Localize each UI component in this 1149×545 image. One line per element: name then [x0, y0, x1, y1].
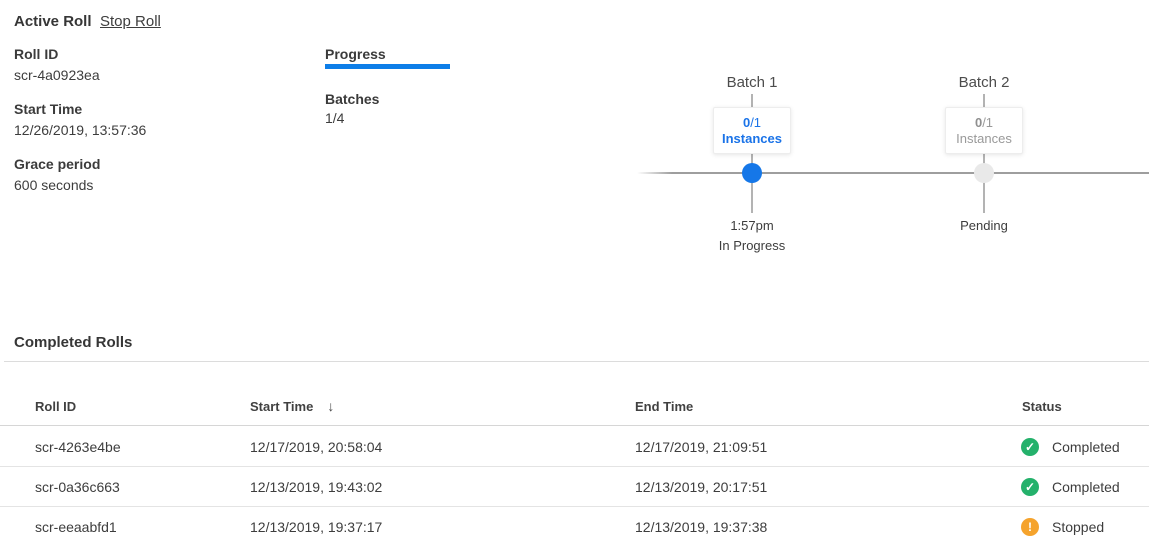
cell-end-time: 12/13/2019, 20:17:51	[635, 467, 767, 507]
cell-start-time: 12/13/2019, 19:43:02	[250, 467, 382, 507]
status-label: Completed	[1052, 467, 1120, 507]
batch-2-marker-dot	[974, 163, 994, 183]
column-header-start-time[interactable]: Start Time↓	[250, 398, 334, 414]
batch-1-status-label: In Progress	[682, 238, 822, 253]
sort-descending-icon[interactable]: ↓	[327, 398, 334, 414]
rolls-page: Active Roll Stop Roll Roll ID scr-4a0923…	[0, 0, 1149, 545]
batch-2-instances-label: Instances	[956, 131, 1012, 147]
progress-bar	[325, 64, 450, 69]
start-time-field: Start Time 12/26/2019, 13:57:36	[14, 101, 146, 138]
column-header-status: Status	[1022, 399, 1062, 414]
column-header-roll-id: Roll ID	[35, 399, 76, 414]
batch-1-instances-card[interactable]: 0/1 Instances	[713, 107, 791, 154]
grace-period-field: Grace period 600 seconds	[14, 156, 100, 193]
batches-value: 1/4	[325, 110, 344, 126]
status-label: Completed	[1052, 427, 1120, 467]
check-circle-icon: ✓	[1021, 438, 1039, 456]
cell-roll-id: scr-0a36c663	[35, 467, 120, 507]
roll-id-value: scr-4a0923ea	[14, 67, 100, 83]
cell-status: ✓ Completed	[1021, 467, 1120, 507]
batch-1-marker-dot	[742, 163, 762, 183]
progress-label: Progress	[325, 46, 386, 62]
active-roll-title: Active Roll	[14, 13, 92, 30]
batch-1-instances-label: Instances	[722, 131, 782, 147]
grace-period-value: 600 seconds	[14, 177, 100, 193]
cell-end-time: 12/17/2019, 21:09:51	[635, 427, 767, 467]
cell-start-time: 12/13/2019, 19:37:17	[250, 507, 382, 545]
batch-2-tick	[983, 94, 985, 107]
batch-2-title: Batch 2	[914, 74, 1054, 91]
batch-1-instance-count: 0/1	[743, 115, 761, 131]
start-time-value: 12/26/2019, 13:57:36	[14, 122, 146, 138]
batch-1-title: Batch 1	[682, 74, 822, 91]
grace-period-label: Grace period	[14, 156, 100, 172]
status-label: Stopped	[1052, 507, 1104, 545]
roll-id-field: Roll ID scr-4a0923ea	[14, 46, 100, 83]
cell-roll-id: scr-eeaabfd1	[35, 507, 117, 545]
cell-roll-id: scr-4263e4be	[35, 427, 121, 467]
cell-start-time: 12/17/2019, 20:58:04	[250, 427, 382, 467]
section-divider	[4, 361, 1149, 362]
table-header-row: Roll ID Start Time↓ End Time Status	[0, 386, 1149, 426]
table-row[interactable]: scr-4263e4be 12/17/2019, 20:58:04 12/17/…	[0, 427, 1149, 467]
batch-2-time-label: Pending	[914, 218, 1054, 233]
table-row[interactable]: scr-eeaabfd1 12/13/2019, 19:37:17 12/13/…	[0, 507, 1149, 545]
column-header-end-time: End Time	[635, 399, 693, 414]
batch-2-instance-count: 0/1	[975, 115, 993, 131]
batches-label: Batches	[325, 91, 379, 107]
roll-id-label: Roll ID	[14, 46, 100, 62]
alert-circle-icon: !	[1021, 518, 1039, 536]
cell-status: ! Stopped	[1021, 507, 1104, 545]
cell-status: ✓ Completed	[1021, 427, 1120, 467]
stop-roll-link[interactable]: Stop Roll	[100, 13, 161, 30]
batch-1-tick	[751, 94, 753, 107]
batch-2-instances-card[interactable]: 0/1 Instances	[945, 107, 1023, 154]
timeline-track	[637, 172, 1149, 174]
completed-rolls-title: Completed Rolls	[14, 334, 132, 351]
start-time-label: Start Time	[14, 101, 146, 117]
batch-1-time-label: 1:57pm	[682, 218, 822, 233]
table-row[interactable]: scr-0a36c663 12/13/2019, 19:43:02 12/13/…	[0, 467, 1149, 507]
check-circle-icon: ✓	[1021, 478, 1039, 496]
cell-end-time: 12/13/2019, 19:37:38	[635, 507, 767, 545]
